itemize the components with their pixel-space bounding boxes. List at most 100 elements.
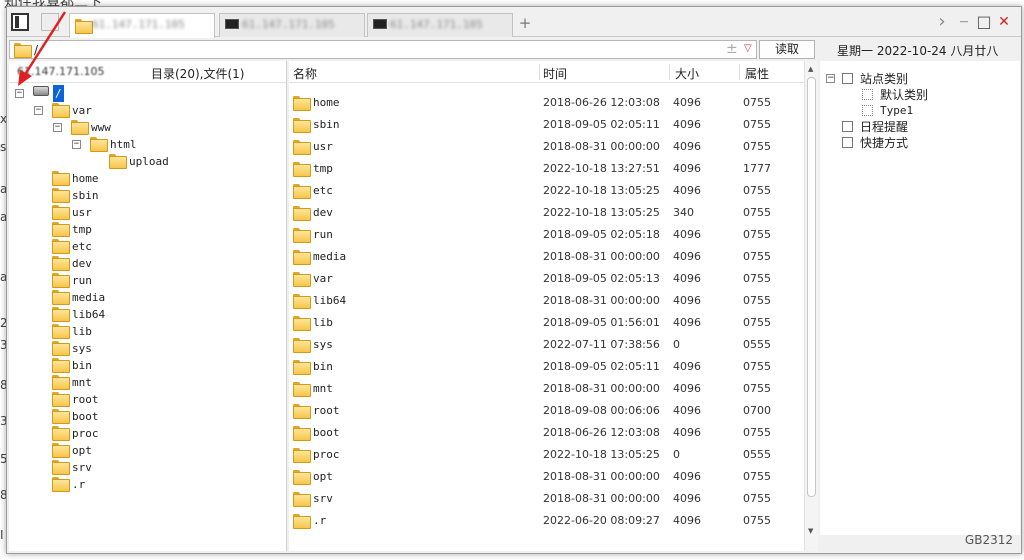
page-icon <box>862 105 873 116</box>
folder-icon <box>52 307 70 322</box>
file-row[interactable]: bin 2018-09-05 02:05:11 4096 0755 <box>289 356 804 378</box>
tree-item-var[interactable]: − var <box>9 102 279 119</box>
folder-icon <box>293 162 311 177</box>
vertical-scrollbar[interactable]: ▲ ▼ <box>804 61 818 551</box>
file-row[interactable]: lib 2018-09-05 01:56:01 4096 0755 <box>289 312 804 334</box>
column-attr[interactable]: 属性 <box>745 65 769 82</box>
tab-1[interactable]: 61.147.171.105 <box>69 13 215 38</box>
file-size: 4096 <box>673 316 701 329</box>
file-attr: 0555 <box>743 338 771 351</box>
scroll-thumb[interactable] <box>807 77 816 497</box>
tree-item-root[interactable]: root <box>9 391 279 408</box>
file-row[interactable]: run 2018-09-05 02:05:18 4096 0755 <box>289 224 804 246</box>
file-row[interactable]: media 2018-08-31 00:00:00 4096 0755 <box>289 246 804 268</box>
file-attr: 0755 <box>743 96 771 109</box>
file-row[interactable]: opt 2018-08-31 00:00:00 4096 0755 <box>289 466 804 488</box>
folder-icon <box>293 184 311 199</box>
tree-item-bin[interactable]: bin <box>9 357 279 374</box>
site-tree-item[interactable]: 默认类别 <box>826 87 1016 103</box>
tab-3[interactable]: 61.147.171.105 <box>367 13 513 37</box>
file-row[interactable]: srv 2018-08-31 00:00:00 4096 0755 <box>289 488 804 510</box>
tree-item-etc[interactable]: etc <box>9 238 279 255</box>
collapse-toggle-icon[interactable]: − <box>826 74 835 83</box>
file-row[interactable]: etc 2022-10-18 13:05:25 4096 0755 <box>289 180 804 202</box>
collapse-toggle-icon[interactable]: − <box>72 140 81 149</box>
file-row[interactable]: lib64 2018-08-31 00:00:00 4096 0755 <box>289 290 804 312</box>
tab-overview-button[interactable] <box>41 13 59 31</box>
maximize-button[interactable]: □ <box>975 13 993 31</box>
tree-item-mnt[interactable]: mnt <box>9 374 279 391</box>
file-row[interactable]: dev 2022-10-18 13:05:25 340 0755 <box>289 202 804 224</box>
sidebar-toggle-button[interactable] <box>11 13 29 31</box>
tree-header: 61.147.171.105 目录(20),文件(1) <box>9 61 286 83</box>
tree-item-label: sbin <box>72 189 99 202</box>
tree-item-boot[interactable]: boot <box>9 408 279 425</box>
column-divider[interactable] <box>669 64 670 80</box>
tree-item-proc[interactable]: proc <box>9 425 279 442</box>
site-tree-item[interactable]: Type1 <box>826 103 1016 119</box>
close-button[interactable]: ✕ <box>995 13 1013 31</box>
tree-item-label: opt <box>72 444 92 457</box>
scroll-up-icon[interactable]: ▲ <box>808 65 813 73</box>
file-row[interactable]: proc 2022-10-18 13:05:25 0 0555 <box>289 444 804 466</box>
file-row[interactable]: .r 2022-06-20 08:09:27 4096 0755 <box>289 510 804 532</box>
site-tree-item[interactable]: 日程提醒 <box>826 119 1016 135</box>
file-row[interactable]: home 2018-06-26 12:03:08 4096 0755 <box>289 92 804 114</box>
add-tab-button[interactable]: + <box>516 14 534 32</box>
date-display: 星期一 2022-10-24 八月廿八 <box>837 44 999 58</box>
tree-item-usr[interactable]: usr <box>9 204 279 221</box>
tree-item-sbin[interactable]: sbin <box>9 187 279 204</box>
tree-item-srv[interactable]: srv <box>9 459 279 476</box>
encoding-status[interactable]: GB2312 <box>965 533 1013 547</box>
file-row[interactable]: sbin 2018-09-05 02:05:11 4096 0755 <box>289 114 804 136</box>
tree-item-run[interactable]: run <box>9 272 279 289</box>
tree-item-media[interactable]: media <box>9 289 279 306</box>
column-name[interactable]: 名称 <box>293 65 317 82</box>
file-row[interactable]: tmp 2022-10-18 13:27:51 4096 1777 <box>289 158 804 180</box>
file-row[interactable]: sys 2022-07-11 07:38:56 0 0555 <box>289 334 804 356</box>
collapse-toggle-icon[interactable]: − <box>34 106 43 115</box>
tree-item-tmp[interactable]: tmp <box>9 221 279 238</box>
folder-icon <box>293 470 311 485</box>
tree-item-sys[interactable]: sys <box>9 340 279 357</box>
tree-item-www[interactable]: − www <box>9 119 279 136</box>
file-time: 2022-10-18 13:27:51 <box>543 162 660 175</box>
tree-item-lib[interactable]: lib <box>9 323 279 340</box>
path-input[interactable]: / ± ▽ <box>9 40 757 59</box>
tree-item-label: usr <box>72 206 92 219</box>
column-divider[interactable] <box>539 64 540 80</box>
file-row[interactable]: mnt 2018-08-31 00:00:00 4096 0755 <box>289 378 804 400</box>
scroll-down-icon[interactable]: ▼ <box>808 527 813 535</box>
tree-item-opt[interactable]: opt <box>9 442 279 459</box>
tree-item-r[interactable]: .r <box>9 476 279 493</box>
tree-item-lib64[interactable]: lib64 <box>9 306 279 323</box>
file-time: 2018-09-05 02:05:13 <box>543 272 660 285</box>
nav-forward-icon[interactable]: › <box>933 13 951 31</box>
file-row[interactable]: boot 2018-06-26 12:03:08 4096 0755 <box>289 422 804 444</box>
file-row[interactable]: usr 2018-08-31 00:00:00 4096 0755 <box>289 136 804 158</box>
column-time[interactable]: 时间 <box>543 65 567 82</box>
tab-2[interactable]: 61.147.171.105 <box>219 13 365 37</box>
file-name: sbin <box>313 118 340 131</box>
column-divider[interactable] <box>739 64 740 80</box>
site-tree-item[interactable]: 快捷方式 <box>826 135 1016 151</box>
tree-item-html[interactable]: − html <box>9 136 279 153</box>
file-row[interactable]: root 2018-09-08 00:06:06 4096 0700 <box>289 400 804 422</box>
folder-icon <box>52 222 70 237</box>
history-dropdown-icon[interactable]: ▽ <box>744 43 752 54</box>
collapse-toggle-icon[interactable]: − <box>53 123 62 132</box>
read-button[interactable]: 读取 <box>759 40 815 59</box>
bookmark-add-icon[interactable]: ± <box>726 41 738 57</box>
column-size[interactable]: 大小 <box>675 65 699 82</box>
site-tree-item[interactable]: − 站点类别 <box>826 71 1016 87</box>
tree-item-home[interactable]: home <box>9 170 279 187</box>
collapse-toggle-icon[interactable]: − <box>15 89 24 98</box>
tree-item-root[interactable]: − / <box>9 85 279 102</box>
minimize-button[interactable]: — <box>955 13 973 31</box>
site-tree-label: 快捷方式 <box>860 136 909 150</box>
tree-item-upload[interactable]: upload <box>9 153 279 170</box>
file-time: 2018-06-26 12:03:08 <box>543 426 660 439</box>
tree-item-dev[interactable]: dev <box>9 255 279 272</box>
file-size: 4096 <box>673 514 701 527</box>
file-row[interactable]: var 2018-09-05 02:05:13 4096 0755 <box>289 268 804 290</box>
